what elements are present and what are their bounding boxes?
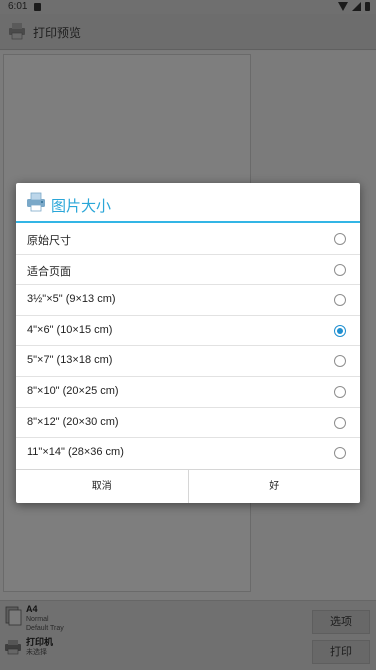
- size-options-list: 原始尺寸 适合页面 3½"×5" (9×13 cm) 4"×6" (10×15 …: [16, 224, 360, 469]
- option-label: 8"×12" (20×30 cm): [27, 415, 119, 428]
- printer-icon: [4, 639, 22, 659]
- paper-info: A4 Normal Default Tray: [26, 604, 64, 633]
- size-option-fit-page[interactable]: 适合页面: [16, 255, 360, 286]
- signal-icon: [352, 2, 361, 11]
- option-label: 适合页面: [27, 265, 71, 278]
- status-bar: 6:01: [0, 0, 376, 14]
- status-time: 6:01: [8, 1, 28, 12]
- printer-status: 未选择: [26, 649, 47, 656]
- size-option-8x12[interactable]: 8"×12" (20×30 cm): [16, 408, 360, 439]
- picture-size-dialog: 图片大小 原始尺寸 适合页面 3½"×5" (9×13 cm) 4"×6" (1…: [16, 183, 360, 503]
- app-bar: 打印预览: [0, 14, 376, 50]
- option-label: 3½"×5" (9×13 cm): [27, 293, 116, 306]
- page-title: 打印预览: [33, 26, 82, 40]
- paper-tray: Default Tray: [26, 625, 64, 632]
- printer-icon: [7, 22, 27, 45]
- printer-icon: [25, 192, 47, 217]
- option-label: 11"×14" (28×36 cm): [27, 446, 124, 459]
- radio-button[interactable]: [334, 416, 346, 429]
- size-option-11x14[interactable]: 11"×14" (28×36 cm): [16, 438, 360, 469]
- paper-size: A4: [26, 604, 38, 614]
- size-option-4x6[interactable]: 4"×6" (10×15 cm): [16, 316, 360, 347]
- radio-button-selected[interactable]: [334, 324, 346, 337]
- dialog-buttons: 取消 好: [16, 469, 360, 503]
- option-label: 5"×7" (13×18 cm): [27, 354, 113, 367]
- size-option-original[interactable]: 原始尺寸: [16, 224, 360, 255]
- print-button[interactable]: 打印: [312, 640, 370, 664]
- ok-button[interactable]: 好: [189, 470, 361, 503]
- radio-button[interactable]: [334, 447, 346, 460]
- option-label: 8"×10" (20×25 cm): [27, 384, 119, 397]
- radio-button[interactable]: [334, 263, 346, 276]
- paper-settings[interactable]: A4 Normal Default Tray: [4, 604, 64, 633]
- paper-mode: Normal: [26, 616, 49, 623]
- dialog-header: 图片大小: [16, 183, 360, 223]
- battery-icon: [365, 2, 370, 11]
- option-label: 原始尺寸: [27, 235, 71, 247]
- radio-button[interactable]: [334, 355, 346, 368]
- dialog-title: 图片大小: [51, 198, 112, 215]
- printer-info: 打印机 未选择: [26, 637, 53, 657]
- status-icons: [338, 2, 370, 11]
- paper-icon: [4, 606, 22, 626]
- options-button[interactable]: 选项: [312, 610, 370, 634]
- cancel-button[interactable]: 取消: [16, 470, 189, 503]
- size-option-8x10[interactable]: 8"×10" (20×25 cm): [16, 377, 360, 408]
- size-option-5x7[interactable]: 5"×7" (13×18 cm): [16, 346, 360, 377]
- notification-icon: [34, 3, 41, 11]
- printer-select[interactable]: 打印机 未选择: [4, 637, 53, 659]
- radio-button[interactable]: [334, 233, 346, 245]
- radio-button[interactable]: [334, 385, 346, 398]
- radio-button[interactable]: [334, 294, 346, 307]
- wifi-icon: [338, 2, 348, 11]
- size-option-3-5x5[interactable]: 3½"×5" (9×13 cm): [16, 285, 360, 316]
- bottom-bar: A4 Normal Default Tray 打印机 未选择 选项 打印: [0, 600, 376, 670]
- option-label: 4"×6" (10×15 cm): [27, 323, 113, 336]
- printer-label: 打印机: [26, 637, 54, 647]
